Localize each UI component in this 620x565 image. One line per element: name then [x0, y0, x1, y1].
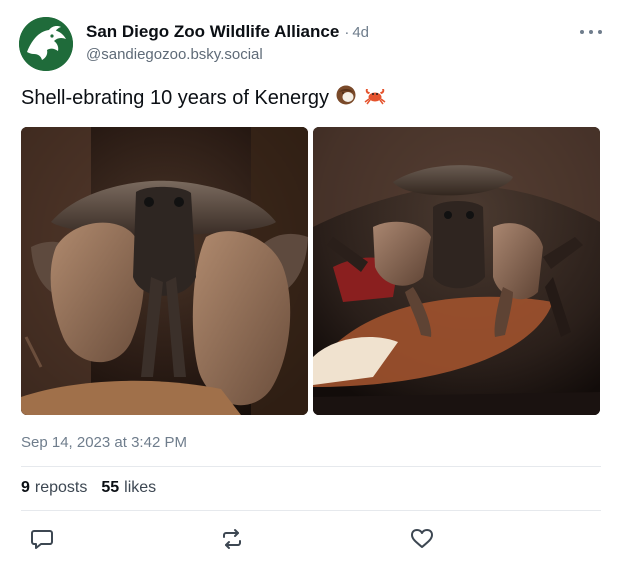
- author-line: San Diego Zoo Wildlife Alliance · 4d: [86, 22, 369, 44]
- more-dot: [598, 30, 602, 34]
- reposts-count: 9: [21, 479, 30, 496]
- divider: [21, 510, 601, 511]
- more-dot: [580, 30, 584, 34]
- like-icon[interactable]: [410, 528, 434, 550]
- post-timestamp: Sep 14, 2023 at 3:42 PM: [21, 434, 187, 451]
- zoo-logo-icon: [19, 17, 73, 71]
- post-text: Shell-ebrating 10 years of Kenergy: [21, 84, 387, 112]
- divider: [21, 466, 601, 467]
- repost-icon[interactable]: [220, 528, 244, 550]
- post-image-coconut-crab-eating[interactable]: [313, 127, 600, 415]
- author-display-name[interactable]: San Diego Zoo Wildlife Alliance: [86, 22, 339, 42]
- more-icon[interactable]: [580, 26, 602, 38]
- reply-icon[interactable]: [30, 528, 54, 550]
- likes-stat[interactable]: 55 likes: [101, 479, 156, 497]
- avatar[interactable]: [19, 17, 73, 71]
- author-handle[interactable]: @sandiegozoo.bsky.social: [86, 46, 263, 63]
- post-text-content: Shell-ebrating 10 years of Kenergy: [21, 86, 329, 109]
- reposts-stat[interactable]: 9 reposts: [21, 479, 87, 497]
- more-dot: [589, 30, 593, 34]
- likes-label: likes: [124, 479, 157, 496]
- coconut-emoji: [335, 84, 357, 112]
- crab-emoji: [363, 84, 387, 112]
- post-image-coconut-crab-closeup[interactable]: [21, 127, 308, 415]
- reposts-label: reposts: [34, 479, 88, 496]
- likes-count: 55: [101, 479, 120, 496]
- separator-dot: ·: [344, 24, 350, 41]
- post-age[interactable]: 4d: [352, 24, 369, 41]
- post-stats: 9 reposts 55 likes: [21, 479, 170, 497]
